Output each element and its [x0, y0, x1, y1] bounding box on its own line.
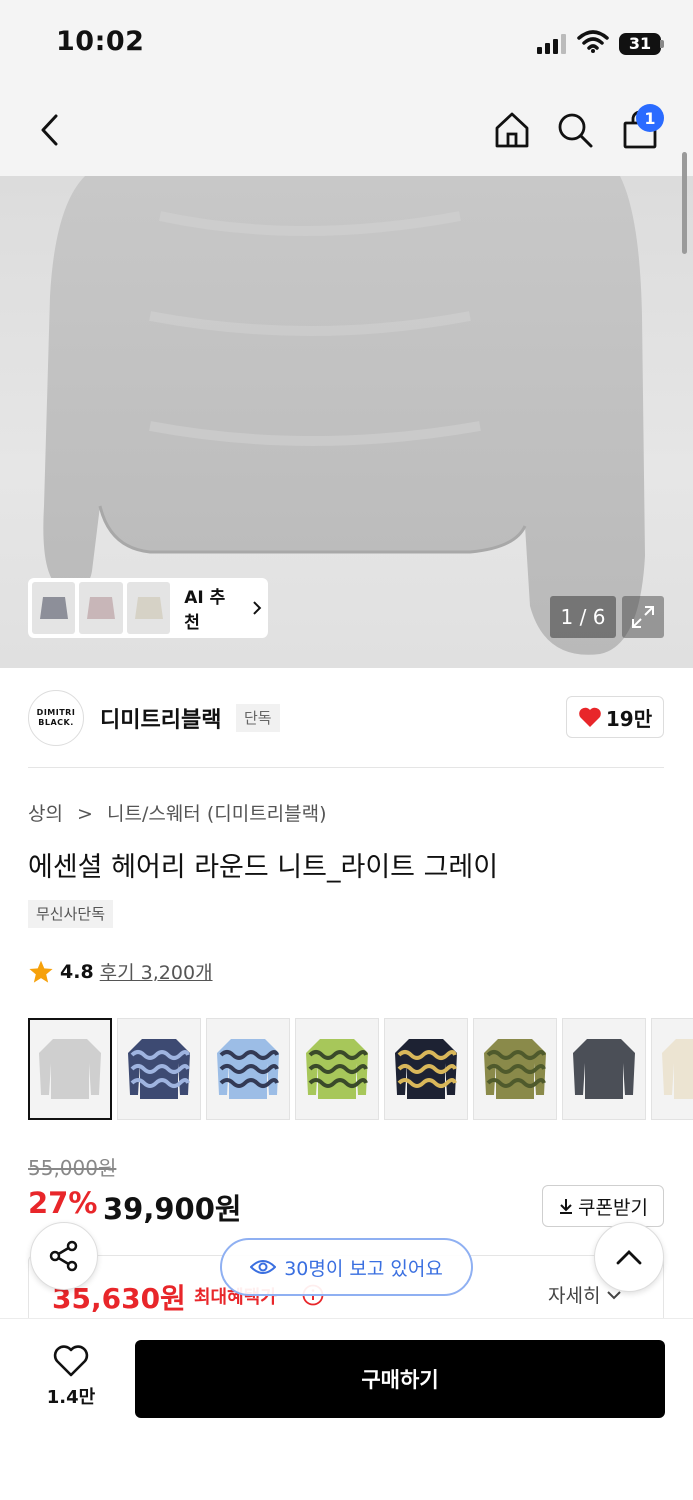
wishlist-count: 1.4만 — [46, 1387, 96, 1408]
home-button[interactable] — [488, 106, 536, 154]
chevron-right-icon — [253, 601, 262, 615]
expand-button[interactable] — [622, 596, 664, 638]
color-option-light-gray[interactable] — [28, 1018, 112, 1120]
eye-icon — [250, 1260, 277, 1274]
color-option-sky-blue-wave[interactable] — [206, 1018, 290, 1120]
color-option-cream[interactable] — [651, 1018, 693, 1120]
scroll-to-top-button[interactable] — [594, 1222, 664, 1292]
ai-thumb-pink — [79, 582, 123, 634]
brand-logo[interactable]: DIMITRI BLACK. — [28, 690, 84, 746]
chevron-left-icon — [41, 114, 58, 146]
back-button[interactable] — [26, 106, 74, 154]
brand-like-count: 19만 — [605, 706, 653, 731]
rating-value: 4.8 — [60, 960, 94, 983]
battery-tip — [660, 40, 664, 48]
product-title: 에센셜 헤어리 라운드 니트_라이트 그레이 — [28, 852, 499, 883]
brand-name[interactable]: 디미트리블랙 — [100, 702, 221, 734]
divider — [28, 767, 664, 768]
heart-filled-icon — [579, 707, 601, 727]
ai-thumb-beige — [126, 582, 171, 634]
color-option-black-yellow-wave[interactable] — [384, 1018, 468, 1120]
wishlist-button[interactable]: 1.4만 — [40, 1340, 102, 1414]
signal-icon — [537, 34, 566, 54]
color-options — [28, 1018, 693, 1120]
sweater-thumb-icon — [573, 1039, 635, 1099]
share-icon — [49, 1240, 78, 1272]
color-option-navy-blue-wave[interactable] — [117, 1018, 201, 1120]
color-option-green-wave[interactable] — [295, 1018, 379, 1120]
home-icon — [495, 112, 529, 148]
sweater-thumb-icon — [39, 1039, 101, 1099]
sweater-thumb-icon — [484, 1039, 546, 1099]
wifi-icon — [577, 30, 609, 53]
detail-label: 자세히 — [548, 1285, 601, 1307]
sweater-thumb-icon — [217, 1039, 279, 1099]
battery-icon: 31 — [619, 33, 661, 55]
search-icon — [558, 113, 593, 148]
status-time: 10:02 — [56, 26, 145, 57]
ai-recommend-button[interactable]: AI 추천 — [28, 578, 268, 638]
musinsa-exclusive-tag: 무신사단독 — [28, 900, 114, 928]
sweater-thumb-icon — [662, 1039, 693, 1099]
share-button[interactable] — [30, 1222, 98, 1290]
rating-row: 4.8 후기 3,200개 — [28, 958, 213, 985]
search-button[interactable] — [551, 106, 599, 154]
reviews-link[interactable]: 후기 3,200개 — [100, 958, 213, 985]
image-pager: 1 / 6 — [550, 596, 616, 638]
discount-rate: 27% — [28, 1186, 98, 1220]
chevron-right-icon: > — [77, 803, 93, 825]
sweater-thumb-icon — [306, 1039, 368, 1099]
color-option-charcoal[interactable] — [562, 1018, 646, 1120]
brand-exclusive-tag: 단독 — [236, 704, 280, 732]
breadcrumb-subcategory[interactable]: 니트/스웨터 (디미트리블랙) — [107, 803, 327, 825]
live-viewers-text: 30명이 보고 있어요 — [284, 1257, 443, 1280]
top-nav-bar — [0, 88, 693, 176]
sweater-thumb-icon — [395, 1039, 457, 1099]
live-viewers-badge: 30명이 보고 있어요 — [220, 1238, 473, 1296]
original-price: 55,000원 — [28, 1156, 117, 1180]
buy-button[interactable]: 구매하기 — [135, 1340, 665, 1418]
star-icon — [29, 960, 53, 983]
breadcrumb: 상의 > 니트/스웨터 (디미트리블랙) — [28, 799, 327, 826]
breadcrumb-category[interactable]: 상의 — [28, 803, 63, 825]
download-icon — [560, 1199, 573, 1214]
cart-count-badge: 1 — [636, 104, 664, 132]
coupon-button[interactable]: 쿠폰받기 — [542, 1185, 664, 1227]
heart-outline-icon — [53, 1345, 89, 1377]
sweater-thumb-icon — [128, 1039, 190, 1099]
expand-icon — [632, 606, 654, 628]
color-option-khaki-camo[interactable] — [473, 1018, 557, 1120]
brand-logo-line1: DIMITRI — [36, 708, 76, 717]
ai-recommend-label: AI 추천 — [184, 588, 226, 633]
ai-thumb-gray — [32, 582, 76, 634]
scroll-indicator[interactable] — [682, 152, 687, 254]
chevron-up-icon — [616, 1250, 642, 1265]
brand-logo-line2: BLACK. — [38, 718, 74, 727]
brand-like-button[interactable]: 19만 — [566, 696, 664, 738]
sale-price: 39,900원 — [103, 1192, 242, 1226]
coupon-label: 쿠폰받기 — [578, 1196, 648, 1219]
